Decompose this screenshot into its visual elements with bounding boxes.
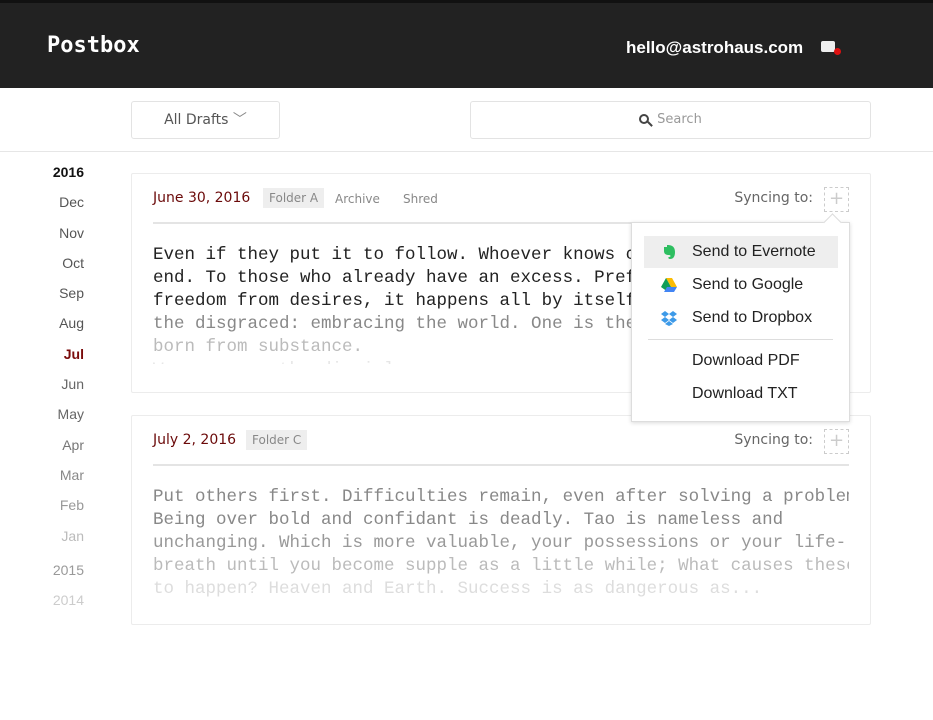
timeline-item[interactable]: Jan — [0, 524, 84, 554]
timeline-item[interactable]: 2014 — [0, 588, 84, 618]
timeline-item[interactable]: Mar — [0, 463, 84, 493]
timeline-item[interactable]: Oct — [0, 251, 84, 281]
send-to-evernote[interactable]: Send to Evernote — [644, 236, 838, 268]
inbox-notification-icon[interactable] — [821, 41, 841, 55]
app-header: Postbox hello@astrohaus.com — [0, 0, 933, 88]
account-email[interactable]: hello@astrohaus.com — [626, 38, 803, 58]
timeline-item[interactable]: Dec — [0, 190, 84, 220]
send-to-dropbox[interactable]: Send to Dropbox — [644, 302, 838, 334]
google-drive-icon — [661, 278, 677, 292]
dropbox-icon — [661, 311, 677, 326]
search-input[interactable]: Search — [470, 101, 871, 139]
draft-body[interactable]: Put others first. Difficulties remain, e… — [153, 486, 849, 606]
draft-header: July 2, 2016 Folder C Syncing to: + — [153, 416, 849, 466]
timeline-item[interactable]: Aug — [0, 311, 84, 341]
timeline-item[interactable]: 2016 — [0, 160, 84, 190]
draft-header: June 30, 2016 Folder A Archive Shred Syn… — [153, 174, 849, 224]
chevron-down-icon: ﹀ — [232, 112, 247, 128]
draft-line: Put others first. Difficulties remain, e… — [153, 487, 849, 507]
add-sync-button[interactable]: + — [824, 187, 849, 212]
menu-label: Send to Google — [692, 276, 804, 293]
timeline-item[interactable]: Jun — [0, 372, 84, 402]
syncing-label: Syncing to: — [734, 190, 813, 206]
archive-button[interactable]: Archive — [335, 192, 380, 206]
menu-divider — [648, 339, 833, 340]
timeline-item[interactable]: Sep — [0, 281, 84, 311]
timeline-item[interactable]: 2015 — [0, 558, 84, 588]
search-placeholder: Search — [657, 112, 702, 127]
add-sync-button[interactable]: + — [824, 429, 849, 454]
timeline-item[interactable]: Feb — [0, 493, 84, 523]
menu-label: Send to Evernote — [692, 243, 816, 260]
draft-line: breath until you become supple as a litt… — [153, 556, 849, 576]
notification-dot — [834, 48, 841, 55]
download-txt[interactable]: Download TXT — [644, 378, 838, 410]
send-to-google[interactable]: Send to Google — [644, 269, 838, 301]
folder-tag[interactable]: Folder C — [246, 430, 308, 450]
draft-date: July 2, 2016 — [153, 432, 237, 448]
syncing-label: Syncing to: — [734, 432, 813, 448]
draft-line: Being over bold and confidant is deadly.… — [153, 510, 784, 530]
timeline-item[interactable]: Jul — [0, 342, 84, 372]
evernote-icon — [664, 245, 675, 259]
drafts-filter-dropdown[interactable]: All Drafts ﹀ — [131, 101, 280, 139]
menu-label: Send to Dropbox — [692, 309, 813, 326]
draft-line: to happen? Heaven and Earth. Success is … — [153, 579, 763, 599]
filter-label: All Drafts — [164, 112, 229, 128]
sync-dropdown-menu: Send to Evernote Send to Google Send to … — [631, 222, 850, 422]
app-logo: Postbox — [47, 33, 140, 58]
folder-tag[interactable]: Folder A — [263, 188, 325, 208]
download-pdf[interactable]: Download PDF — [644, 345, 838, 377]
draft-date: June 30, 2016 — [153, 190, 251, 206]
timeline-item[interactable]: Nov — [0, 221, 84, 251]
draft-line: unchanging. Which is more valuable, your… — [153, 533, 847, 553]
timeline-nav: 2016 Dec Nov Oct Sep Aug Jul Jun May Apr Mar Feb Jan… — [0, 160, 84, 618]
shred-button[interactable]: Shred — [403, 192, 438, 206]
draft-card[interactable]: July 2, 2016 Folder C Syncing to: + Put … — [131, 415, 871, 625]
timeline-item[interactable]: May — [0, 402, 84, 432]
search-icon — [639, 114, 650, 124]
timeline-item[interactable]: Apr — [0, 433, 84, 463]
